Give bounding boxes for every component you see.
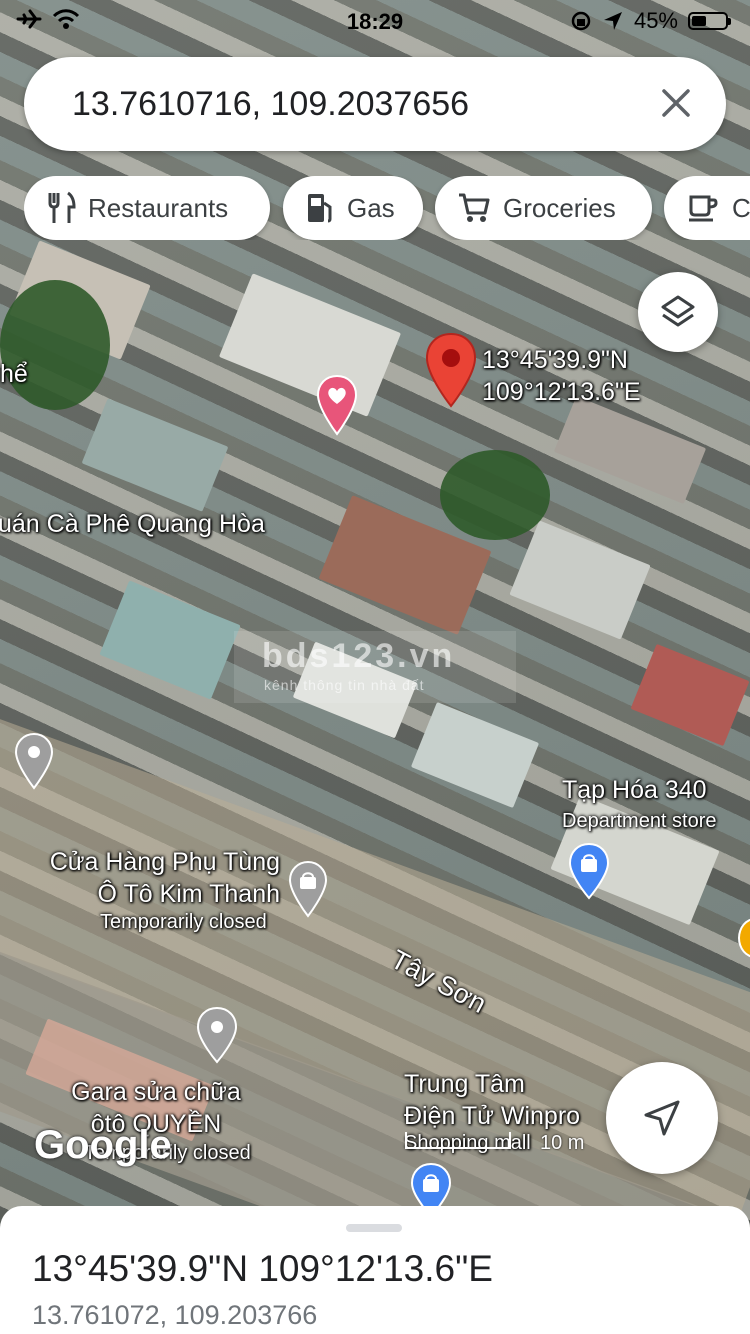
- tree: [0, 280, 110, 410]
- building: [509, 520, 651, 640]
- pin-lat-label: 13°45'39.9"N: [482, 346, 628, 374]
- coordinates-dms: 13°45'39.9"N 109°12'13.6"E: [32, 1248, 493, 1289]
- category-chips: Restaurants Gas Groceries Co: [24, 176, 750, 240]
- search-query[interactable]: 13.7610716, 109.2037656: [72, 85, 469, 124]
- favorite-pin-icon[interactable]: [316, 374, 358, 436]
- building: [81, 398, 229, 512]
- poi-label-gara-line1: Gara sửa chữa: [71, 1078, 241, 1106]
- my-location-button[interactable]: [606, 1062, 718, 1174]
- poi-label-trungtam[interactable]: Trung Tâm Điện Tử Winpro: [404, 1068, 580, 1132]
- pin-coordinates-label: 13°45'39.9"N 109°12'13.6"E: [482, 344, 641, 408]
- restaurant-icon: [48, 191, 76, 223]
- chip-coffee[interactable]: Co: [664, 176, 750, 240]
- chip-groceries[interactable]: Groceries: [435, 176, 652, 240]
- chip-gas[interactable]: Gas: [283, 176, 423, 240]
- watermark-main: bds123.vn: [262, 637, 456, 675]
- chip-label: Co: [732, 192, 750, 223]
- shopping-bag-pin-icon[interactable]: [410, 1162, 452, 1208]
- gas-station-icon: [308, 194, 332, 223]
- building: [553, 395, 707, 505]
- building: [630, 643, 750, 747]
- location-arrow-icon: [603, 12, 622, 30]
- close-icon[interactable]: [656, 83, 696, 123]
- poi-type-taphoa: Department store: [562, 810, 717, 832]
- search-bar[interactable]: 13.7610716, 109.2037656: [24, 57, 726, 151]
- building: [218, 273, 402, 417]
- poi-label-trungtam-line2: Điện Tử Winpro: [404, 1102, 581, 1130]
- poi-label-trungtam-line1: Trung Tâm: [404, 1070, 525, 1098]
- poi-pin-icon[interactable]: [14, 732, 54, 790]
- navigation-arrow-icon: [644, 1100, 680, 1136]
- poi-label-taphoa[interactable]: Tạp Hóa 340: [562, 776, 707, 805]
- chip-label: Groceries: [503, 192, 616, 223]
- chip-label: Gas: [347, 192, 395, 223]
- scale-bar: 10 m: [404, 1130, 590, 1154]
- battery-percent: 45%: [633, 8, 678, 33]
- shopping-bag-pin-icon[interactable]: [568, 842, 610, 900]
- chip-restaurants[interactable]: Restaurants: [24, 176, 270, 240]
- bottom-sheet[interactable]: 13°45'39.9"N 109°12'13.6"E 13.761072, 10…: [0, 1206, 750, 1334]
- battery-icon: [688, 12, 731, 30]
- google-logo: Google: [34, 1123, 172, 1167]
- tree: [440, 450, 550, 540]
- coordinates-decimal: 13.761072, 109.203766: [32, 1300, 318, 1330]
- cart-icon: [459, 193, 490, 222]
- poi-label-cuahang[interactable]: Cửa Hàng Phụ Tùng Ô Tô Kim Thanh: [38, 846, 280, 910]
- dropped-pin-icon[interactable]: [424, 332, 478, 408]
- poi-label[interactable]: hể: [0, 360, 28, 389]
- layers-icon: [661, 295, 695, 327]
- poi-pin-partial[interactable]: [738, 918, 750, 958]
- orientation-lock-icon: [571, 11, 591, 31]
- poi-label-cuahang-line1: Cửa Hàng Phụ Tùng: [49, 848, 280, 876]
- coffee-icon: [689, 195, 718, 222]
- status-bar: 18:29 45%: [0, 0, 750, 40]
- poi-status-cuahang: Temporarily closed: [100, 911, 267, 933]
- poi-label-cuahang-line2: Ô Tô Kim Thanh: [97, 880, 281, 908]
- pin-lng-label: 109°12'13.6"E: [482, 378, 641, 406]
- poi-label-cafe[interactable]: uán Cà Phê Quang Hòa: [0, 510, 265, 539]
- layers-button[interactable]: [638, 272, 718, 352]
- chip-label: Restaurants: [88, 192, 229, 223]
- drag-handle[interactable]: [346, 1224, 402, 1232]
- shopping-pin-icon[interactable]: [288, 860, 328, 918]
- scale-label: 10 m: [540, 1132, 585, 1154]
- building: [410, 701, 540, 809]
- watermark: bds123.vn kênh thông tin nhà đất: [234, 631, 516, 703]
- poi-pin-icon[interactable]: [196, 1006, 238, 1064]
- watermark-sub: kênh thông tin nhà đất: [264, 677, 425, 693]
- building: [99, 580, 241, 700]
